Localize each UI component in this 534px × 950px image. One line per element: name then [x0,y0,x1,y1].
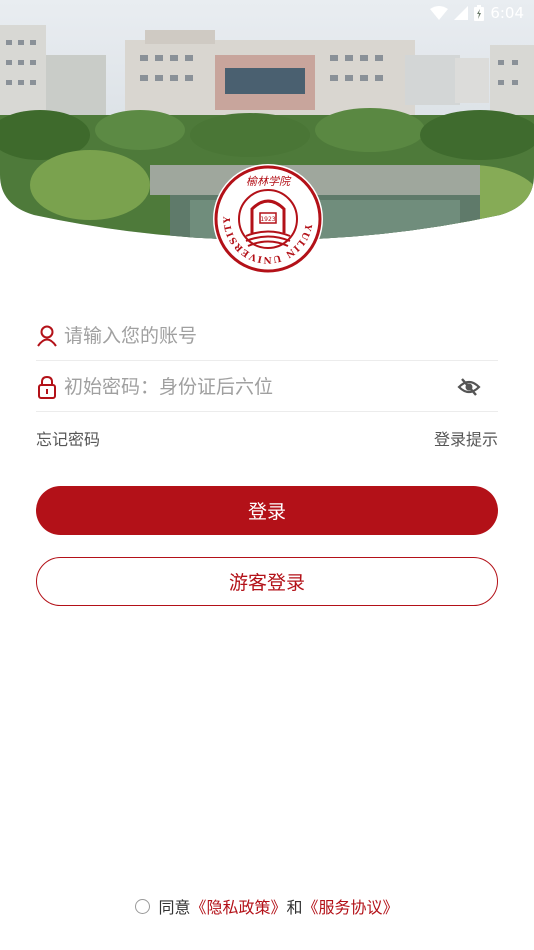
battery-charging-icon [474,5,485,21]
privacy-policy-link[interactable]: 《隐私政策》 [190,894,286,918]
status-bar: 6:04 [430,0,534,26]
password-field [36,362,498,412]
agree-prefix: 同意 [158,898,191,917]
form-links: 忘记密码 登录提示 [36,426,498,450]
cell-signal-icon [454,6,469,20]
password-input[interactable] [64,366,456,407]
forgot-password-link[interactable]: 忘记密码 [36,426,100,450]
agreement-row: 同意 《隐私政策》 和 《服务协议》 [0,894,534,918]
user-icon [36,324,58,348]
agree-radio[interactable] [135,898,151,914]
guest-login-button[interactable]: 游客登录 [36,557,498,606]
status-time: 6:04 [490,4,524,22]
logo-cn-text: 榆林学院 [246,175,292,188]
eye-off-icon[interactable] [456,374,482,400]
service-agreement-link[interactable]: 《服务协议》 [303,894,399,918]
logo-year: 1923 [260,216,275,223]
login-tips-link[interactable]: 登录提示 [434,426,498,450]
agree-and: 和 [286,898,303,917]
login-button[interactable]: 登录 [36,486,498,535]
university-logo: 1923 榆林学院 YULIN UNIVERSITY [212,163,324,275]
wifi-icon [430,6,449,20]
account-field [36,311,498,361]
lock-icon [36,375,58,399]
account-input[interactable] [64,315,498,356]
